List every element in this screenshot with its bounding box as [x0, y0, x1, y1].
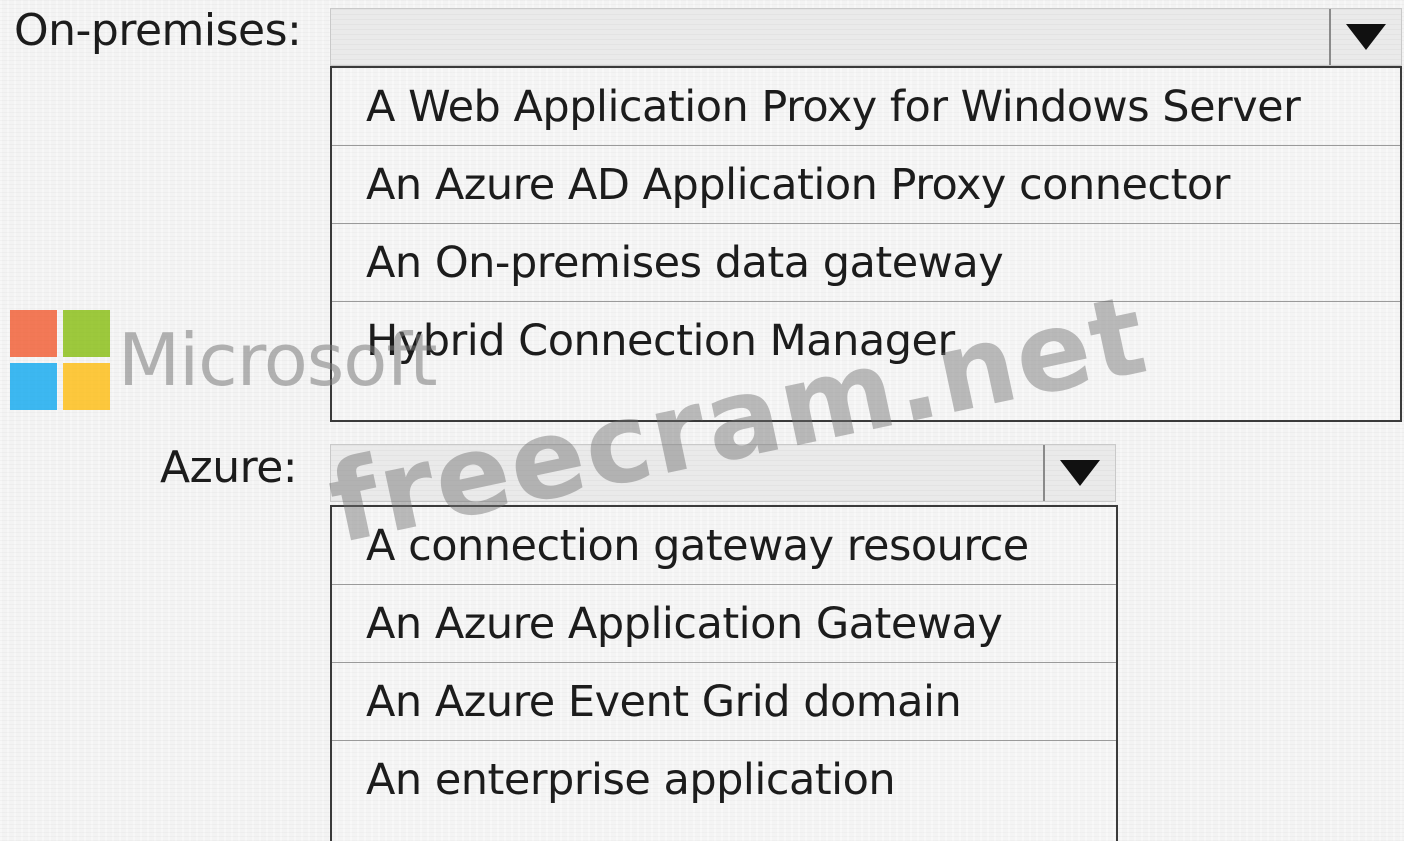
- triangle-down-icon: [1346, 24, 1386, 50]
- azure-option[interactable]: An Azure Event Grid domain: [332, 663, 1116, 741]
- onpremises-option[interactable]: An On-premises data gateway: [332, 224, 1400, 302]
- onpremises-label: On-premises:: [14, 5, 302, 56]
- onpremises-option[interactable]: An Azure AD Application Proxy connector: [332, 146, 1400, 224]
- microsoft-logo-icon: [10, 310, 110, 410]
- azure-option-list: A connection gateway resource An Azure A…: [330, 505, 1118, 841]
- azure-label: Azure:: [160, 442, 298, 493]
- logo-square-green: [63, 310, 110, 357]
- azure-dropdown-toggle[interactable]: [1043, 445, 1115, 501]
- logo-square-red: [10, 310, 57, 357]
- logo-square-yellow: [63, 363, 110, 410]
- onpremises-dropdown[interactable]: [330, 8, 1402, 66]
- logo-square-blue: [10, 363, 57, 410]
- watermark-logo-text: Microsoft: [118, 318, 438, 402]
- triangle-down-icon: [1060, 460, 1100, 486]
- azure-option[interactable]: An enterprise application: [332, 741, 1116, 819]
- azure-option[interactable]: An Azure Application Gateway: [332, 585, 1116, 663]
- onpremises-option[interactable]: A Web Application Proxy for Windows Serv…: [332, 68, 1400, 146]
- onpremises-dropdown-toggle[interactable]: [1329, 9, 1401, 65]
